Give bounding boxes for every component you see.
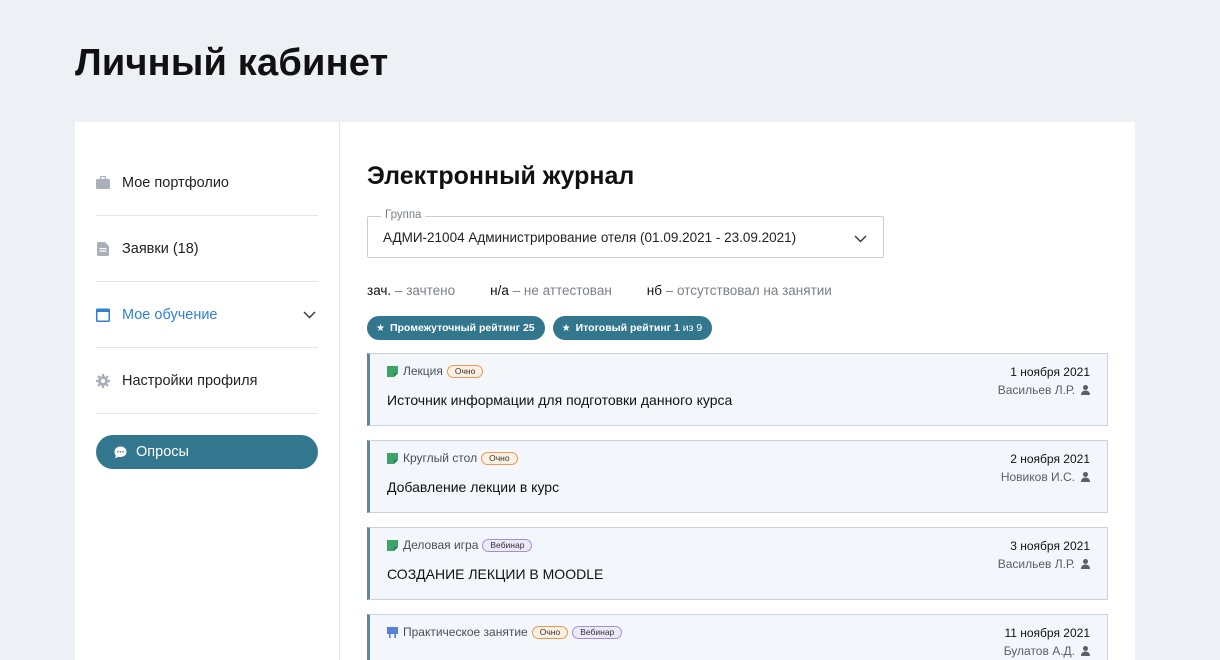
lesson-type: Практическое занятие Очно Вебинар bbox=[387, 625, 623, 639]
bookmark-icon bbox=[387, 365, 398, 377]
lesson-card[interactable]: Деловая игра Вебинар СОЗДАНИЕ ЛЕКЦИИ В M… bbox=[367, 527, 1108, 600]
content-card: Мое портфолио Заявки (18) Мое обучение Н… bbox=[75, 122, 1135, 660]
journal-panel: Электронный журнал Группа АДМИ-21004 Адм… bbox=[340, 122, 1135, 660]
group-select-value: АДМИ-21004 Администрирование отеля (01.0… bbox=[383, 229, 797, 245]
abbreviation-item: нб – отсутствовал на занятии bbox=[646, 283, 832, 298]
bookmark-icon bbox=[387, 452, 398, 464]
abbreviation-item: зач. – зачтено bbox=[367, 283, 456, 298]
star-icon: ★ bbox=[561, 322, 571, 334]
format-tag: Очно bbox=[446, 364, 484, 378]
group-select-legend: Группа bbox=[381, 209, 426, 221]
format-tag: Вебинар bbox=[482, 538, 533, 552]
abbreviation-item: н/а – не аттестован bbox=[490, 283, 612, 298]
lesson-date: 2 ноября 2021 bbox=[1010, 452, 1090, 466]
lesson-type: Круглый стол Очно bbox=[387, 451, 518, 465]
lesson-date: 11 ноября 2021 bbox=[1004, 626, 1090, 640]
person-icon bbox=[1081, 646, 1090, 656]
presentation-icon bbox=[387, 626, 398, 638]
lesson-type: Деловая игра Вебинар bbox=[387, 538, 533, 552]
lesson-topic: Источник информации для подготовки данно… bbox=[387, 392, 733, 408]
format-tag: Очно bbox=[531, 625, 569, 639]
lesson-date: 3 ноября 2021 bbox=[1010, 539, 1090, 553]
person-icon bbox=[1081, 385, 1090, 395]
star-icon: ★ bbox=[376, 322, 385, 334]
person-icon bbox=[1081, 559, 1090, 569]
journal-title: Электронный журнал bbox=[367, 162, 635, 190]
lesson-card[interactable]: Круглый стол Очно Добавление лекции в ку… bbox=[367, 440, 1108, 513]
document-icon bbox=[96, 241, 110, 256]
sidebar-item-label: Настройки профиля bbox=[122, 372, 258, 389]
chevron-down-icon bbox=[854, 231, 867, 246]
rating-badges: ★ Промежуточный рейтинг 25 ★ Итоговый ре… bbox=[367, 316, 1109, 340]
lesson-teacher: Новиков И.С. bbox=[1001, 470, 1090, 484]
chevron-down-icon[interactable] bbox=[303, 307, 316, 323]
sidebar-item-label: Заявки (18) bbox=[122, 240, 199, 257]
briefcase-icon bbox=[96, 176, 110, 190]
sidebar-item-my-learning[interactable]: Мое обучение bbox=[96, 282, 318, 348]
calendar-icon bbox=[96, 308, 110, 322]
abbreviations-legend: зач. – зачтено н/а – не аттестован нб – … bbox=[367, 283, 1109, 298]
lesson-date: 1 ноября 2021 bbox=[1010, 365, 1090, 379]
chat-bubble-icon bbox=[114, 446, 127, 459]
lesson-type: Лекция Очно bbox=[387, 364, 484, 378]
group-select[interactable]: Группа АДМИ-21004 Администрирование отел… bbox=[367, 209, 884, 258]
final-rating-badge[interactable]: ★ Итоговый рейтинг 1 из 9 bbox=[552, 316, 713, 340]
polls-button[interactable]: Опросы bbox=[96, 435, 318, 469]
sidebar-item-label: Мое портфолио bbox=[122, 174, 230, 191]
polls-button-label: Опросы bbox=[136, 444, 189, 460]
page-title: Личный кабинет bbox=[75, 42, 389, 84]
sidebar-item-portfolio[interactable]: Мое портфолио bbox=[96, 150, 318, 216]
sidebar-item-profile-settings[interactable]: Настройки профиля bbox=[96, 348, 318, 414]
lesson-teacher: Булатов А.Д. bbox=[1004, 644, 1090, 658]
sidebar-item-label: Мое обучение bbox=[122, 306, 218, 323]
sidebar: Мое портфолио Заявки (18) Мое обучение Н… bbox=[75, 122, 340, 660]
format-tag: Вебинар bbox=[572, 625, 623, 639]
lesson-topic: СОЗДАНИЕ ЛЕКЦИИ В MOODLE bbox=[387, 566, 604, 582]
sidebar-item-requests[interactable]: Заявки (18) bbox=[96, 216, 318, 282]
lesson-teacher: Васильев Л.Р. bbox=[998, 557, 1090, 571]
lesson-topic: Добавление лекции в курс bbox=[387, 479, 560, 495]
format-tag: Очно bbox=[481, 451, 518, 465]
gear-icon bbox=[96, 373, 110, 388]
lesson-card[interactable]: Практическое занятие Очно Вебинар 11 ноя… bbox=[367, 614, 1108, 660]
person-icon bbox=[1081, 472, 1090, 482]
lesson-list: Лекция Очно Источник информации для подг… bbox=[367, 353, 1109, 660]
lesson-teacher: Васильев Л.Р. bbox=[998, 383, 1090, 397]
bookmark-icon bbox=[387, 539, 398, 551]
interim-rating-badge[interactable]: ★ Промежуточный рейтинг 25 bbox=[367, 316, 545, 340]
lesson-card[interactable]: Лекция Очно Источник информации для подг… bbox=[367, 353, 1108, 426]
